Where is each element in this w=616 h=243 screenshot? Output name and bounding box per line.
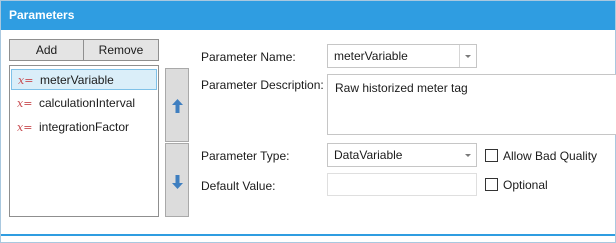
list-item-integration-factor[interactable]: x= integrationFactor: [11, 117, 157, 138]
optional-checkbox[interactable]: [485, 178, 498, 191]
parameter-description-field[interactable]: Raw historized meter tag: [327, 74, 616, 135]
parameter-name-combo[interactable]: meterVariable: [327, 44, 477, 68]
variable-icon: x=: [17, 121, 33, 134]
chevron-down-icon: [465, 154, 471, 157]
parameter-name-value: meterVariable: [334, 49, 408, 63]
variable-icon: x=: [18, 74, 34, 87]
parameter-description-label: Parameter Description:: [201, 78, 324, 92]
move-up-button[interactable]: [165, 68, 189, 142]
list-item-label: meterVariable: [40, 73, 114, 87]
optional-label: Optional: [503, 178, 548, 192]
arrow-up-icon: [172, 99, 183, 113]
parameter-type-label: Parameter Type:: [201, 149, 290, 163]
default-value-field[interactable]: [327, 173, 477, 196]
chevron-down-icon: [465, 55, 471, 58]
variable-icon: x=: [17, 97, 33, 110]
parameter-list[interactable]: x= meterVariable x= calculationInterval x=…: [9, 65, 159, 217]
list-item-meter-variable[interactable]: x= meterVariable: [11, 69, 157, 90]
arrow-down-icon: [172, 175, 183, 189]
move-down-button[interactable]: [165, 143, 189, 217]
list-item-calculation-interval[interactable]: x= calculationInterval: [11, 93, 157, 114]
remove-button[interactable]: Remove: [83, 39, 159, 61]
default-value-label: Default Value:: [201, 179, 276, 193]
parameter-type-value: DataVariable: [334, 148, 403, 162]
parameter-type-select[interactable]: DataVariable: [327, 143, 477, 167]
panel-title: Parameters: [1, 1, 615, 30]
parameter-name-label: Parameter Name:: [201, 50, 296, 64]
add-button[interactable]: Add: [9, 39, 84, 61]
allow-bad-quality-checkbox[interactable]: [485, 149, 498, 162]
panel-bottom-border: [1, 234, 615, 236]
parameters-panel: Parameters Add Remove x= meterVariable x=…: [0, 0, 616, 243]
allow-bad-quality-label: Allow Bad Quality: [503, 149, 598, 163]
list-item-label: integrationFactor: [39, 120, 130, 134]
list-item-label: calculationInterval: [39, 96, 136, 110]
